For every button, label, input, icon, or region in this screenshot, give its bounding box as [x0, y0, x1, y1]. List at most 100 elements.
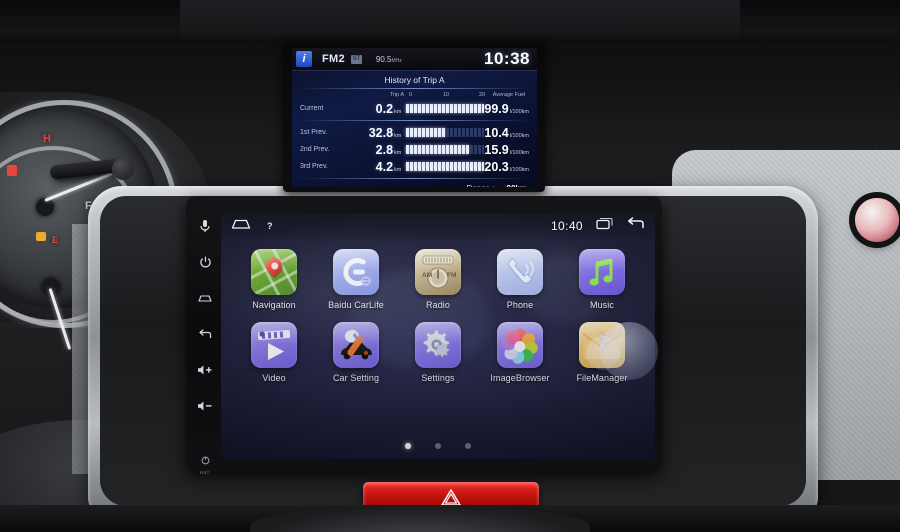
- scale-tick-10: 10: [443, 92, 450, 98]
- back-key[interactable]: [191, 316, 219, 352]
- volume-up-key[interactable]: [191, 352, 219, 388]
- app-label: Settings: [421, 373, 455, 383]
- range-value: 90km: [507, 184, 527, 187]
- microphone-key[interactable]: [191, 208, 219, 244]
- radio-am-label: AM: [422, 272, 432, 279]
- row-distance: 2.8km: [375, 142, 402, 157]
- status-back-icon[interactable]: [626, 217, 645, 235]
- row-average-fuel: 15.9l/100km: [484, 142, 529, 157]
- row-label: 1st Prev.: [300, 129, 328, 136]
- row-fuel-bar: [406, 104, 485, 113]
- trip-row-3rd-prev: 3rd Prev. 4.2km 20.3l/100km: [292, 158, 537, 175]
- divider-bottom: [300, 178, 529, 179]
- app-row-2: Video Car Setting Settings ImageBrowser …: [243, 322, 633, 383]
- app-label: ImageBrowser: [490, 373, 550, 383]
- recent-apps-icon[interactable]: [596, 217, 613, 235]
- map-pin-icon: [251, 249, 297, 295]
- range-row: Range : 90km: [292, 182, 537, 187]
- low-fuel-warning-icon: [36, 232, 46, 241]
- info-icon: i: [296, 51, 312, 67]
- home-icon: [198, 294, 212, 302]
- microphone-icon: [200, 220, 210, 232]
- carlife-icon: [333, 249, 379, 295]
- app-navigation[interactable]: Navigation: [243, 249, 305, 310]
- hazard-triangle-icon: [441, 488, 461, 506]
- column-trip-a: Trip A: [389, 92, 404, 98]
- radio-tuner-icon: AM FM: [415, 249, 461, 295]
- row-distance: 32.8km: [368, 125, 402, 140]
- android-status-bar: ? 10:40: [221, 213, 655, 239]
- volume-down-icon: [198, 401, 212, 411]
- imid-trip-computer-screen[interactable]: i FM2 ST 90.5MHz 10:38 History of Trip A…: [292, 48, 537, 187]
- divider-mid: [300, 120, 529, 121]
- radio-frequency-value: 90.5: [375, 54, 392, 64]
- app-file-manager[interactable]: FileManager: [571, 322, 633, 383]
- trip-row-1st-prev: 1st Prev. 32.8km 10.4l/100km: [292, 124, 537, 141]
- radio-fm-label: FM: [447, 272, 456, 279]
- reset-label: RST: [200, 470, 210, 475]
- scale-tick-0: 0: [409, 92, 413, 98]
- radio-frequency-unit: MHz: [391, 57, 402, 64]
- power-key[interactable]: [191, 244, 219, 280]
- film-play-icon: [251, 322, 297, 368]
- power-icon: [199, 256, 211, 267]
- app-label: Music: [589, 300, 614, 310]
- app-car-setting[interactable]: Car Setting: [325, 322, 387, 383]
- page-indicator[interactable]: [221, 443, 655, 449]
- help-icon[interactable]: ?: [267, 221, 273, 231]
- reset-pinhole-icon: [201, 456, 209, 465]
- row-distance: 0.2km: [375, 101, 402, 116]
- scale-tick-20: 20: [479, 92, 486, 98]
- row-average-fuel: 10.4l/100km: [484, 125, 529, 140]
- status-home-icon[interactable]: [231, 217, 251, 235]
- app-grid: Navigation Baidu CarLife AM FM Radio Pho…: [221, 249, 655, 395]
- app-label: Radio: [425, 300, 450, 310]
- app-radio[interactable]: AM FM Radio: [407, 249, 469, 310]
- app-baidu-carlife[interactable]: Baidu CarLife: [325, 249, 387, 310]
- app-music[interactable]: Music: [571, 249, 633, 310]
- column-average-fuel: Average Fuel: [492, 92, 526, 98]
- app-label: Phone: [506, 300, 534, 310]
- seatbelt-warning-icon: [7, 165, 17, 176]
- app-label: Navigation: [252, 300, 296, 310]
- gears-icon: [415, 322, 461, 368]
- gauge-fuel-empty-label: E: [52, 235, 59, 245]
- music-note-icon: [579, 249, 625, 295]
- app-phone[interactable]: Phone: [489, 249, 551, 310]
- row-fuel-bar: [406, 128, 485, 137]
- imid-clock: 10:38: [484, 49, 530, 68]
- wiper-stalk-tip: [112, 158, 134, 180]
- app-label: Car Setting: [332, 373, 380, 383]
- page-dot-2[interactable]: [435, 443, 441, 449]
- row-label: 3rd Prev.: [300, 163, 328, 170]
- app-video[interactable]: Video: [243, 322, 305, 383]
- car-wrench-icon: [333, 322, 379, 368]
- dashboard-sheen: [180, 0, 740, 40]
- head-unit-side-keys: [190, 202, 220, 472]
- trip-row-current: Current 0.2km 99.9l/100km: [292, 100, 537, 117]
- range-label: Range :: [467, 184, 495, 187]
- envelope-folder-icon: [579, 322, 625, 368]
- radio-band-label: FM2: [322, 53, 345, 65]
- app-label: Video: [262, 373, 286, 383]
- reset-button[interactable]: RST: [192, 452, 218, 475]
- app-image-browser[interactable]: ImageBrowser: [489, 322, 551, 383]
- home-key[interactable]: [191, 280, 219, 316]
- imid-status-bar: i FM2 ST 90.5MHz 10:38: [292, 48, 537, 71]
- status-clock: 10:40: [550, 219, 583, 233]
- row-fuel-bar: [406, 162, 485, 171]
- row-fuel-bar: [406, 145, 485, 154]
- android-home-screen[interactable]: ? 10:40 Navigation Baidu CarLife AM FM R…: [221, 213, 655, 459]
- volume-down-key[interactable]: [191, 388, 219, 424]
- row-label: Current: [300, 105, 324, 112]
- row-distance: 4.2km: [375, 159, 402, 174]
- app-label: FileManager: [576, 373, 628, 383]
- page-dot-1[interactable]: [405, 443, 411, 449]
- column-scale: 0 10 20: [409, 92, 489, 100]
- divider-top: [300, 88, 529, 89]
- page-dot-3[interactable]: [465, 443, 471, 449]
- app-settings[interactable]: Settings: [407, 322, 469, 383]
- trip-row-2nd-prev: 2nd Prev. 2.8km 15.9l/100km: [292, 141, 537, 158]
- trip-table-header: Trip A 0 10 20 Average Fuel: [292, 92, 537, 100]
- app-row-1: Navigation Baidu CarLife AM FM Radio Pho…: [243, 249, 633, 310]
